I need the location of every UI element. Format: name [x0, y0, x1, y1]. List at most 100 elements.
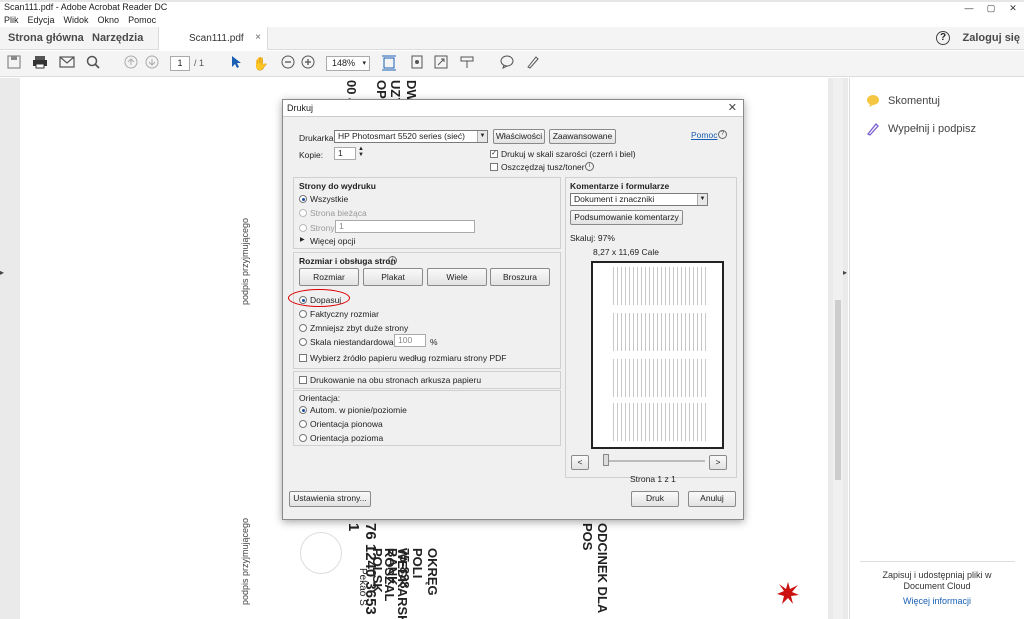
dialog-title-bar: Drukuj ✕ — [283, 100, 743, 117]
orient-landscape-radio[interactable] — [299, 434, 307, 442]
orient-auto-radio[interactable] — [299, 406, 307, 414]
scrollbar-thumb[interactable] — [835, 300, 841, 480]
login-link[interactable]: Zaloguj się — [963, 32, 1020, 44]
preview-next-button[interactable]: > — [709, 455, 727, 470]
chevron-down-icon: ▼ — [697, 194, 707, 205]
tab-tools[interactable]: Narzędzia — [92, 32, 143, 44]
fill-sign-tool[interactable]: Wypełnij i podpisz — [866, 122, 976, 136]
preview-slider-track[interactable] — [605, 460, 705, 462]
fullscreen-icon[interactable] — [432, 55, 450, 73]
tab-size[interactable]: Rozmiar — [299, 268, 359, 286]
zoom-in-icon[interactable] — [299, 55, 317, 73]
sizing-header: Rozmiar i obsługa stron — [299, 256, 396, 266]
close-icon[interactable]: ✕ — [1002, 2, 1024, 14]
page-number-input[interactable]: 1 — [170, 56, 190, 71]
toolbar: 1 / 1 ✋ 148% ▾ — [0, 51, 1024, 77]
preview-slider-thumb[interactable] — [603, 454, 609, 466]
minimize-icon[interactable]: — — [958, 2, 980, 14]
menu-file[interactable]: Plik — [4, 14, 19, 26]
document-text: podpis przyjmującego — [240, 518, 250, 606]
pages-current-radio[interactable] — [299, 209, 307, 217]
page-setup-button[interactable]: Ustawienia strony... — [289, 491, 371, 507]
pages-all-radio[interactable] — [299, 195, 307, 203]
orient-landscape-label: Orientacja pozioma — [310, 433, 384, 443]
hand-tool-icon[interactable]: ✋ — [252, 55, 270, 73]
tab-multiple[interactable]: Wiele — [427, 268, 487, 286]
comment-tool[interactable]: Skomentuj — [866, 94, 940, 108]
menu-help[interactable]: Pomoc — [128, 14, 156, 26]
duplex-checkbox[interactable] — [299, 376, 307, 384]
paper-source-label: Wybierz źródło papieru według rozmiaru s… — [310, 353, 507, 363]
paper-source-checkbox[interactable] — [299, 354, 307, 362]
preview-content — [613, 267, 708, 305]
print-button[interactable]: Druk — [631, 491, 679, 507]
comment-icon[interactable] — [498, 55, 516, 73]
actual-size-radio[interactable] — [299, 310, 307, 318]
more-info-link[interactable]: Więcej informacji — [862, 596, 1012, 606]
grayscale-label: Drukuj w skali szarości (czerń i biel) — [501, 149, 636, 159]
menu-view[interactable]: Widok — [64, 14, 89, 26]
summarize-comments-button[interactable]: Podsumowanie komentarzy — [570, 210, 683, 225]
copies-stepper[interactable]: ▲ ▼ — [358, 146, 364, 158]
save-toner-label: Oszczędzaj tusz/toner — [501, 162, 585, 172]
custom-scale-radio[interactable] — [299, 338, 307, 346]
advanced-button[interactable]: Zaawansowane — [549, 129, 616, 144]
save-icon[interactable] — [5, 55, 23, 73]
tab-home[interactable]: Strona główna — [8, 32, 84, 44]
divider — [860, 561, 1015, 562]
zoom-level-value: 148% — [332, 58, 356, 68]
rotate-icon[interactable] — [408, 55, 426, 73]
copies-input[interactable]: 1 — [334, 147, 356, 160]
previous-page-icon[interactable] — [122, 55, 140, 73]
info-icon[interactable]: i — [388, 256, 397, 265]
custom-scale-input[interactable]: 100 — [394, 334, 426, 347]
mail-icon[interactable] — [58, 55, 76, 73]
maximize-icon[interactable]: ▢ — [980, 2, 1002, 14]
help-icon[interactable]: ? — [936, 31, 950, 45]
form-tool-icon[interactable] — [458, 55, 476, 73]
fill-sign-tool-label: Wypełnij i podpisz — [888, 123, 976, 135]
fit-page-icon[interactable] — [380, 55, 398, 73]
tab-poster[interactable]: Plakat — [363, 268, 423, 286]
printer-select[interactable]: HP Photosmart 5520 series (sieć) ▼ — [334, 130, 488, 143]
pen-icon[interactable] — [524, 55, 542, 73]
right-tools-panel: Skomentuj Wypełnij i podpisz Zapisuj i u… — [849, 78, 1024, 619]
title-bar: Scan111.pdf - Adobe Acrobat Reader DC — … — [0, 2, 1024, 14]
menu-window[interactable]: Okno — [98, 14, 120, 26]
left-panel-toggle-icon[interactable]: ▸ — [0, 268, 4, 277]
dialog-title: Drukuj — [287, 103, 314, 113]
orient-portrait-radio[interactable] — [299, 420, 307, 428]
properties-button[interactable]: Właściwości — [493, 129, 545, 144]
tab-booklet[interactable]: Broszura — [490, 268, 550, 286]
expand-arrow-icon[interactable]: ▶ — [300, 236, 305, 243]
help-link[interactable]: Pomoc — [691, 130, 717, 140]
preview-content — [613, 313, 708, 351]
comments-header: Komentarze i formularze — [570, 181, 670, 191]
next-page-icon[interactable] — [143, 55, 161, 73]
dialog-close-icon[interactable]: ✕ — [728, 101, 737, 114]
copies-label: Kopie: — [299, 150, 324, 160]
comments-select[interactable]: Dokument i znaczniki ▼ — [570, 193, 708, 206]
print-icon[interactable] — [31, 55, 49, 73]
preview-content — [613, 359, 708, 397]
zoom-out-icon[interactable] — [279, 55, 297, 73]
right-panel-toggle-icon[interactable]: ▸ — [843, 268, 847, 277]
zoom-level-select[interactable]: 148% ▾ — [326, 56, 370, 71]
document-tab[interactable]: Scan111.pdf × — [158, 27, 268, 50]
more-options-link[interactable]: Więcej opcji — [310, 236, 355, 246]
close-tab-icon[interactable]: × — [255, 32, 261, 43]
grayscale-checkbox[interactable]: ✓ — [490, 150, 498, 158]
shrink-radio[interactable] — [299, 324, 307, 332]
search-icon[interactable] — [84, 55, 102, 73]
orient-auto-label: Autom. w pionie/poziomie — [310, 405, 407, 415]
red-splat-icon — [777, 582, 799, 604]
cancel-button[interactable]: Anuluj — [688, 491, 736, 507]
select-cursor-icon[interactable] — [227, 55, 245, 73]
preview-prev-button[interactable]: < — [571, 455, 589, 470]
pages-range-input[interactable]: 1 — [335, 220, 475, 233]
menu-edit[interactable]: Edycja — [28, 14, 55, 26]
save-toner-checkbox[interactable] — [490, 163, 498, 171]
help-icon[interactable]: ? — [718, 130, 727, 139]
info-icon[interactable]: i — [585, 162, 594, 171]
pages-range-radio[interactable] — [299, 224, 307, 232]
